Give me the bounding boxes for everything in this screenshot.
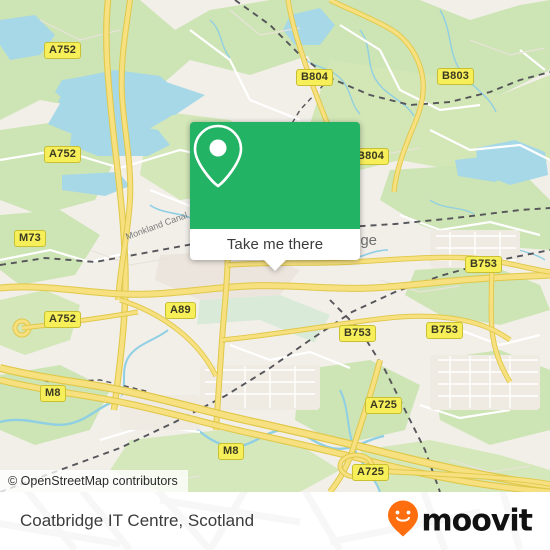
road-shield-a752[interactable]: A752 — [44, 311, 82, 328]
road-shield-a752[interactable]: A752 — [44, 146, 82, 163]
moovit-wordmark: moovit — [421, 503, 533, 538]
osm-attribution[interactable]: © OpenStreetMap contributors — [0, 470, 188, 492]
road-shield-a725[interactable]: A725 — [365, 397, 403, 414]
footer-bar: Coatbridge IT Centre, Scotland moovit — [0, 492, 550, 550]
road-shield-a725[interactable]: A725 — [352, 464, 390, 481]
road-shield-a89[interactable]: A89 — [165, 302, 196, 319]
take-me-there-label: Take me there — [226, 236, 324, 253]
road-shield-m8[interactable]: M8 — [40, 385, 66, 402]
popup-header — [190, 122, 360, 229]
moovit-smiley-pin-icon — [387, 500, 419, 543]
popup-tail-icon — [264, 260, 286, 271]
road-shield-b753[interactable]: B753 — [465, 256, 503, 273]
map-screenshot: Monkland Canal dge A752 A752 B804 B803 B… — [0, 0, 550, 550]
road-shield-b753[interactable]: B753 — [339, 325, 377, 342]
road-shield-b803[interactable]: B803 — [437, 68, 475, 85]
road-shield-a752[interactable]: A752 — [44, 42, 82, 59]
road-shield-b804[interactable]: B804 — [296, 69, 334, 86]
road-shield-m73[interactable]: M73 — [14, 230, 46, 247]
moovit-logo[interactable]: moovit — [387, 500, 533, 543]
road-shield-m8[interactable]: M8 — [218, 443, 244, 460]
page-title: Coatbridge IT Centre, Scotland — [20, 511, 255, 530]
map-canvas[interactable]: Monkland Canal dge A752 A752 B804 B803 B… — [0, 0, 550, 492]
popup-action-bar[interactable]: Take me there — [190, 229, 360, 271]
take-me-there-popup[interactable]: Take me there — [190, 122, 360, 271]
road-shield-b753[interactable]: B753 — [426, 322, 464, 339]
